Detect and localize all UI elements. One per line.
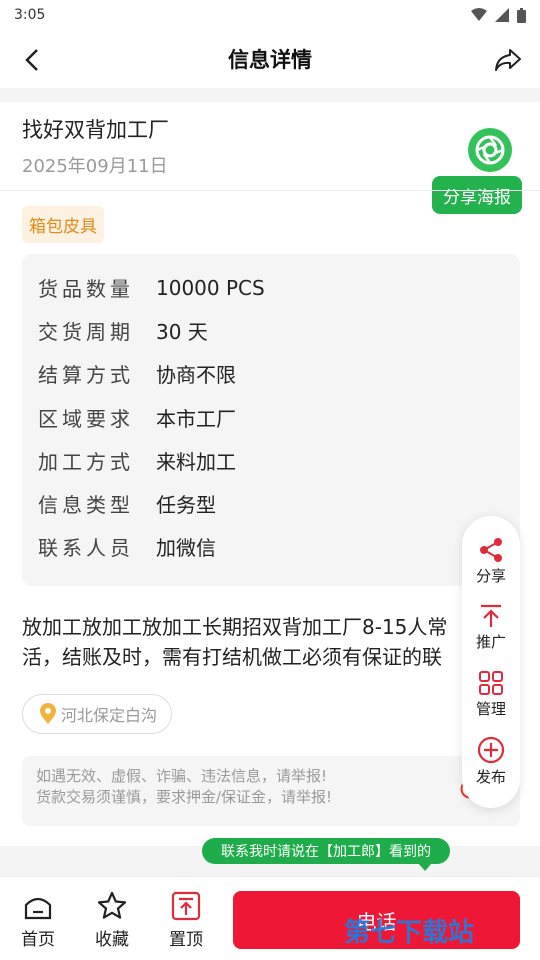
spec-value: 本市工厂 [156, 406, 236, 431]
nav-bar: 信息详情 [0, 30, 540, 88]
spec-row: 结算方式 协商不限 [38, 352, 520, 395]
spec-key: 结算方式 [38, 363, 134, 388]
location-pin-icon [40, 703, 56, 724]
aperture-icon [475, 135, 505, 165]
tab-home[interactable]: 首页 [11, 891, 65, 950]
spec-value: 协商不限 [156, 363, 236, 388]
share-poster-label: 分享海报 [432, 176, 522, 214]
post-title: 找好双背加工厂 [22, 118, 169, 142]
share-poster-button[interactable]: 分享海报 [432, 128, 532, 218]
tab-favorite[interactable]: 收藏 [85, 891, 139, 950]
category-tag: 箱包皮具 [22, 206, 104, 243]
page-title: 信息详情 [228, 48, 312, 72]
spec-row: 信息类型 任务型 [38, 482, 520, 525]
spec-key: 货品数量 [38, 277, 134, 302]
tab-pin[interactable]: 置顶 [159, 891, 213, 950]
status-icons [471, 7, 526, 23]
floating-action-menu: 分享 推广 管理 发布 [462, 516, 520, 808]
chevron-left-icon [25, 49, 38, 71]
float-promote-button[interactable]: 推广 [476, 603, 506, 652]
forward-arrow-icon [495, 49, 521, 71]
signal-icon [495, 8, 509, 22]
spec-key: 联系人员 [38, 536, 134, 561]
location-chip[interactable]: 河北保定白沟 [22, 694, 173, 734]
float-share-button[interactable]: 分享 [476, 537, 506, 586]
spec-key: 区域要求 [38, 406, 134, 431]
float-publish-label: 发布 [475, 768, 506, 787]
spec-key: 加工方式 [38, 449, 134, 474]
spec-value: 10000 PCS [156, 275, 265, 300]
spec-key: 交货周期 [38, 320, 134, 345]
share-button[interactable] [492, 44, 524, 76]
float-manage-button[interactable]: 管理 [476, 670, 506, 719]
battery-icon [517, 7, 526, 23]
float-manage-label: 管理 [475, 699, 506, 718]
site-watermark: 第七下载站 [344, 918, 475, 948]
float-share-label: 分享 [475, 566, 506, 585]
contact-tip: 联系我时请说在【加工郎】看到的 [202, 838, 450, 871]
pin-top-icon [171, 891, 201, 921]
star-icon [97, 891, 127, 919]
float-publish-button[interactable]: 发布 [476, 736, 506, 787]
spec-table: 货品数量 10000 PCS 交货周期 30 天 结算方式 协商不限 区域要求 本市工厂… [22, 254, 520, 586]
wifi-icon [471, 8, 487, 21]
location-text: 河北保定白沟 [61, 706, 158, 725]
status-bar: 3:05 [0, 0, 540, 30]
manage-icon [478, 670, 503, 695]
spec-row: 联系人员 加微信 [38, 525, 520, 568]
tab-pin-label: 置顶 [169, 930, 203, 950]
tab-favorite-label: 收藏 [95, 930, 129, 950]
spec-value: 30 天 [156, 320, 208, 345]
spec-row: 加工方式 来料加工 [38, 439, 520, 482]
spec-value: 加微信 [156, 536, 216, 561]
detail-card: 找好双背加工厂 2025年09月11日 分享海报 箱包皮具 货品数量 10000 … [0, 102, 540, 846]
promote-icon [480, 605, 501, 628]
warning-line: 货款交易须谨慎，要求押金/保证金，请举报! [36, 788, 333, 806]
description-line: 放加工放加工放加工长期招双背加工厂8-15人常 [22, 615, 448, 639]
spec-row: 货品数量 10000 PCS [38, 266, 520, 309]
share-icon [479, 537, 502, 562]
spec-row: 交货周期 30 天 [38, 309, 520, 352]
description-line: 活，结账及时，需有打结机做工必须有保证的联 [22, 645, 442, 669]
back-button[interactable] [16, 44, 48, 76]
publish-icon [477, 737, 505, 764]
spec-key: 信息类型 [38, 493, 134, 518]
spec-value: 来料加工 [156, 449, 236, 474]
spec-row: 区域要求 本市工厂 [38, 396, 520, 439]
warning-box: 如遇无效、虚假、诈骗、违法信息，请举报! 货款交易须谨慎，要求押金/保证金，请举… [22, 756, 520, 826]
home-icon [24, 897, 52, 920]
tab-home-label: 首页 [21, 930, 55, 950]
poster-circle [468, 128, 512, 172]
status-time: 3:05 [14, 7, 46, 23]
description: 放加工放加工放加工长期招双背加工厂8-15人常 活，结账及时，需有打结机做工必须… [22, 612, 502, 672]
warning-line: 如遇无效、虚假、诈骗、违法信息，请举报! [36, 767, 328, 785]
post-date: 2025年09月11日 [22, 156, 168, 177]
divider [0, 190, 540, 191]
float-promote-label: 推广 [475, 633, 506, 652]
title-block: 找好双背加工厂 2025年09月11日 [22, 114, 169, 178]
spec-value: 任务型 [156, 493, 216, 518]
